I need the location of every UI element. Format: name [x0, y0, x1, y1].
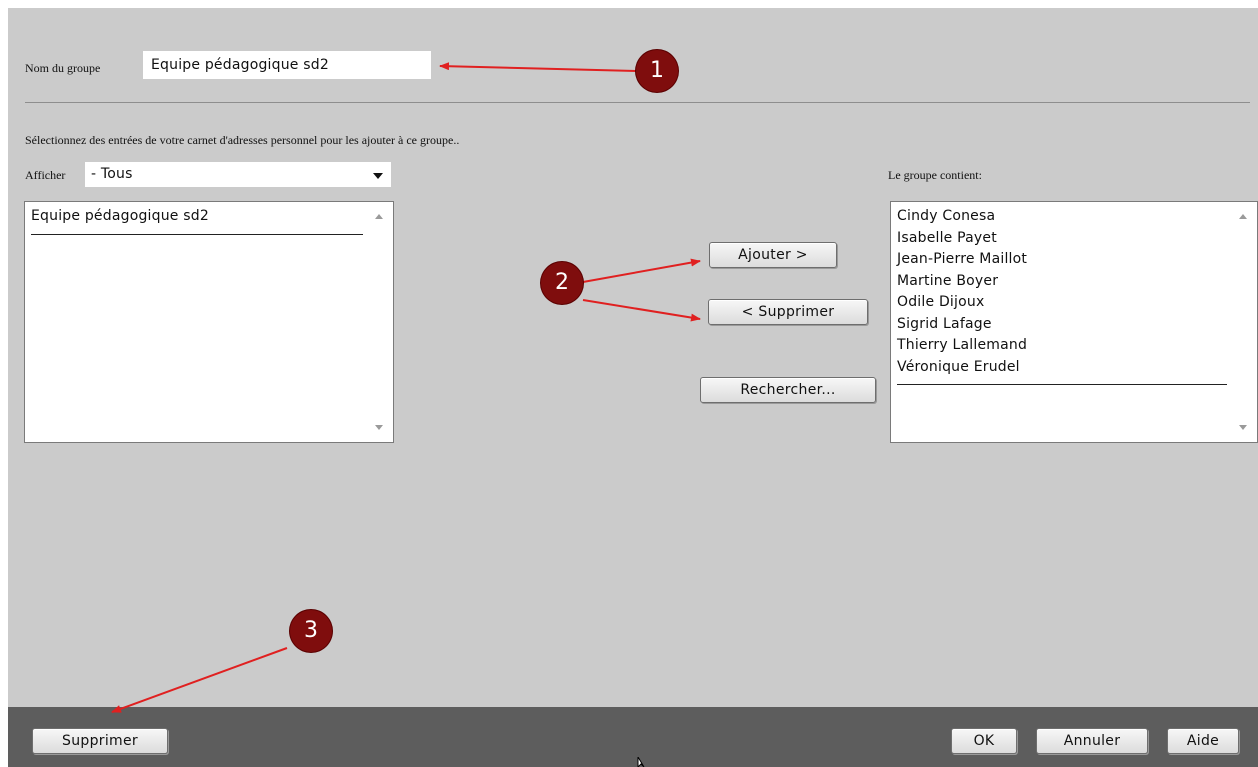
search-button[interactable]: Rechercher...	[700, 377, 876, 403]
group-name-input[interactable]: Equipe pédagogique sd2	[143, 51, 431, 79]
group-name-label: Nom du groupe	[25, 61, 101, 75]
list-item[interactable]: Véronique Erudel	[897, 357, 1227, 379]
group-members-items: Cindy Conesa Isabelle Payet Jean-Pierre Ma…	[897, 206, 1227, 385]
ok-button[interactable]: OK	[951, 728, 1017, 754]
annotation-marker-3: 3	[290, 610, 332, 652]
filter-selected-value: - Tous	[91, 166, 133, 182]
annotation-marker-1: 1	[636, 50, 678, 92]
scroll-up-icon[interactable]	[1239, 214, 1247, 219]
list-separator	[31, 233, 363, 235]
instruction-text: Sélectionnez des entrées de votre carnet…	[25, 133, 460, 147]
list-item[interactable]: Equipe pédagogique sd2	[31, 206, 363, 228]
address-book-list[interactable]: Equipe pédagogique sd2	[24, 201, 394, 443]
list-separator	[897, 384, 1227, 385]
scroll-down-icon[interactable]	[1239, 425, 1247, 430]
chevron-down-icon	[373, 173, 383, 179]
list-item[interactable]: Sigrid Lafage	[897, 314, 1227, 336]
filter-select[interactable]: - Tous	[85, 162, 391, 187]
add-button[interactable]: Ajouter >	[709, 242, 837, 268]
group-members-list[interactable]: Cindy Conesa Isabelle Payet Jean-Pierre Ma…	[890, 201, 1258, 443]
list-item[interactable]: Martine Boyer	[897, 271, 1227, 293]
mouse-cursor-icon	[637, 757, 645, 767]
list-item[interactable]: Cindy Conesa	[897, 206, 1227, 228]
scroll-up-icon[interactable]	[375, 214, 383, 219]
filter-label: Afficher	[25, 168, 66, 182]
group-contents-label: Le groupe contient:	[888, 168, 982, 182]
list-item[interactable]: Isabelle Payet	[897, 228, 1227, 250]
divider	[25, 102, 1250, 103]
remove-button[interactable]: < Supprimer	[708, 299, 868, 325]
cancel-button[interactable]: Annuler	[1036, 728, 1148, 754]
address-book-items: Equipe pédagogique sd2	[31, 206, 363, 235]
scroll-down-icon[interactable]	[375, 425, 383, 430]
help-button[interactable]: Aide	[1167, 728, 1239, 754]
annotation-marker-2: 2	[541, 262, 583, 304]
delete-group-button[interactable]: Supprimer	[32, 728, 168, 754]
list-item[interactable]: Jean-Pierre Maillot	[897, 249, 1227, 271]
list-item[interactable]: Odile Dijoux	[897, 292, 1227, 314]
list-item[interactable]: Thierry Lallemand	[897, 335, 1227, 357]
